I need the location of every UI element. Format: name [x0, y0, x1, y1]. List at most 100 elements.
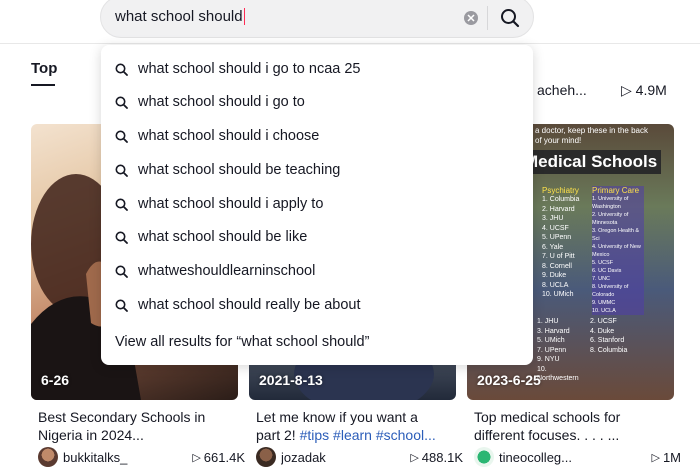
psychiatry-item: 4. UCSF — [542, 224, 569, 232]
video-desc-2[interactable]: Let me know if you want a part 2! #tips … — [256, 408, 463, 444]
suggestion-text: what school should i go to — [138, 94, 305, 110]
video-desc-2-line2: part 2! #tips #learn #school... — [256, 426, 463, 444]
video-desc-2-text: part 2! — [256, 427, 300, 443]
username-1[interactable]: bukkitalks_ — [63, 450, 192, 465]
search-icon — [115, 231, 131, 244]
search-icon — [115, 265, 131, 278]
psychiatry-item: 1. Columbia — [542, 196, 580, 203]
tab-top[interactable]: Top — [31, 60, 57, 77]
search-icon — [501, 9, 520, 28]
behind-card-title: acheh... — [537, 82, 587, 98]
suggestion-text: what school should really be about — [138, 297, 361, 313]
suggestion-item[interactable]: what school should i choose — [115, 125, 319, 147]
search-input[interactable]: what school should — [115, 8, 245, 25]
text-caret — [243, 8, 245, 25]
suggestion-text: what school should i choose — [138, 128, 320, 144]
search-icon — [115, 299, 131, 312]
username-3[interactable]: tineocolleg... — [499, 450, 651, 465]
bottom-list-item: 2. UCSF — [590, 318, 617, 325]
bottom-right-list: 2. UCSF 4. Duke 6. Stanford 8. Columbia — [590, 317, 640, 355]
view-all-results-link[interactable]: View all results for “what school should… — [115, 334, 369, 350]
psychiatry-item: 10. UMich — [542, 291, 574, 298]
video-date-3: 2023-6-25 — [477, 372, 541, 388]
views-2-count: 488.1K — [421, 449, 463, 465]
video-desc-1[interactable]: Best Secondary Schools in Nigeria in 202… — [38, 408, 245, 444]
psychiatry-item: 5. UPenn — [542, 234, 572, 241]
clear-search-icon[interactable] — [464, 11, 478, 25]
psychiatry-item: 3. JHU — [542, 215, 564, 222]
search-box[interactable]: what school should — [100, 0, 534, 38]
video-desc-3-line1: Top medical schools for — [474, 409, 621, 425]
username-2[interactable]: jozadak — [281, 450, 410, 465]
psychiatry-item: 6. Yale — [542, 243, 564, 251]
primary-care-item: 4. University of New Mexico — [592, 244, 641, 258]
views-3: ▷ 1M — [651, 450, 681, 465]
suggestion-item[interactable]: what school should i go to — [115, 91, 305, 113]
avatar[interactable] — [38, 447, 58, 467]
suggestion-item[interactable]: what school should i apply to — [115, 193, 323, 215]
psychiatry-item: 7. U of Pitt — [542, 253, 575, 260]
bottom-list-item: 4. Duke — [590, 327, 615, 335]
psychiatry-item: 9. Duke — [542, 272, 567, 279]
medical-title: Medical Schools — [520, 150, 662, 174]
primary-care-item: 9. UMMC — [592, 300, 616, 306]
bottom-list-item: 6. Stanford — [590, 337, 625, 344]
search-icon — [115, 164, 131, 177]
psychiatry-item: 2. Harvard — [542, 205, 575, 213]
search-button[interactable] — [498, 6, 522, 30]
views-1: ▷ 661.4K — [192, 450, 245, 465]
video-desc-1-line1: Best Secondary Schools in — [38, 409, 206, 425]
search-divider — [487, 6, 488, 30]
top-bar: what school should — [0, 0, 700, 44]
avatar[interactable] — [256, 447, 276, 467]
tab-active-indicator — [31, 84, 55, 86]
bottom-list-item: 8. Columbia — [590, 346, 628, 354]
video-desc-2-hashtags[interactable]: #tips #learn #school... — [300, 427, 436, 443]
video-date-1: 6-26 — [41, 372, 70, 388]
primary-care-item: 1. University of Washington — [592, 196, 629, 210]
medical-top-note: a doctor, keep these in the back of your… — [535, 126, 648, 145]
search-icon — [115, 96, 131, 109]
suggestion-item[interactable]: what school should be like — [115, 226, 307, 248]
video-date-2: 2021-8-13 — [259, 372, 323, 388]
bottom-list-item: 10. Northwestern — [537, 365, 579, 383]
primary-care-item: 6. UC Davis — [592, 268, 622, 274]
search-icon — [115, 63, 131, 76]
primary-care-item: 5. UCSF — [592, 260, 614, 266]
play-icon: ▷ — [621, 82, 632, 98]
suggestion-item[interactable]: what school should be teaching — [115, 159, 340, 181]
primary-care-item: 3. Oregon Health & Sci — [592, 228, 640, 242]
avatar[interactable] — [474, 447, 494, 467]
bottom-list-item: 9. NYU — [537, 356, 560, 363]
behind-views: ▷ 4.9M — [621, 82, 667, 99]
suggestion-text: what school should be like — [138, 229, 308, 245]
bottom-list-item: 3. Harvard — [537, 327, 570, 335]
primary-care-list: 1. University of Washington 2. Universit… — [592, 195, 644, 315]
views-2: ▷ 488.1K — [410, 450, 463, 465]
play-icon: ▷ — [651, 451, 660, 464]
video-desc-3-line2: different focuses. . . . ... — [474, 427, 620, 443]
search-query: what school should — [115, 8, 243, 25]
primary-care-item: 8. University of Colorado — [592, 284, 629, 298]
suggestion-text: what school should be teaching — [138, 162, 341, 178]
suggestion-item[interactable]: what school should i go to ncaa 25 — [115, 58, 360, 80]
psychiatry-list: 1. Columbia 2. Harvard 3. JHU 4. UCSF 5.… — [542, 195, 592, 300]
bottom-list-item: 1. JHU — [537, 318, 559, 325]
video-desc-2-line1: Let me know if you want a — [256, 409, 418, 425]
suggestion-text: whatweshouldlearninschool — [138, 263, 316, 279]
suggestion-item[interactable]: what school should really be about — [115, 294, 360, 316]
video-desc-3[interactable]: Top medical schools for different focuse… — [474, 408, 681, 444]
psychiatry-item: 8. Cornell — [542, 262, 572, 270]
play-icon: ▷ — [410, 451, 419, 464]
psychiatry-column: Psychiatry 1. Columbia 2. Harvard 3. JHU… — [542, 186, 592, 300]
primary-care-column: Primary Care 1. University of Washington… — [592, 186, 644, 315]
primary-care-item: 2. University of Minnesota — [592, 212, 629, 226]
search-icon — [115, 130, 131, 143]
search-suggestions-dropdown: what school should i go to ncaa 25 what … — [101, 45, 533, 365]
bottom-list-item: 5. UMich — [537, 337, 565, 344]
video-meta-3: tineocolleg... ▷ 1M — [474, 447, 681, 467]
suggestion-item[interactable]: whatweshouldlearninschool — [115, 260, 315, 282]
behind-views-count: 4.9M — [635, 82, 667, 98]
search-icon — [115, 198, 131, 211]
psychiatry-title: Psychiatry — [542, 186, 579, 195]
